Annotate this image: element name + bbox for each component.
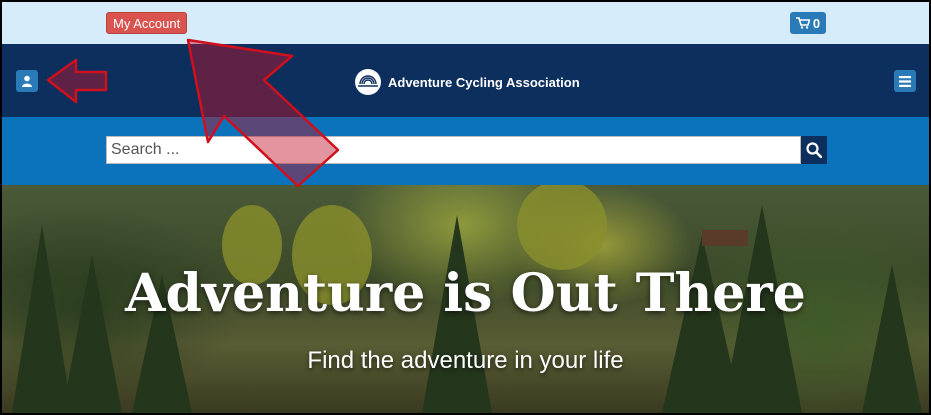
hero-title: Adventure is Out There — [125, 263, 806, 324]
my-account-button[interactable]: My Account — [106, 12, 188, 34]
search-icon — [806, 142, 822, 158]
hamburger-menu-icon — [899, 75, 911, 87]
browser-viewport: My Account 0 Adventure Cycling Associati… — [0, 0, 931, 415]
main-navbar: Adventure Cycling Association — [2, 44, 929, 117]
logo-text: Adventure Cycling Association — [388, 74, 580, 90]
hero-subtitle: Find the adventure in your life — [307, 347, 624, 374]
search-input[interactable] — [106, 136, 801, 164]
cart-count: 0 — [812, 15, 821, 31]
cart-icon — [795, 17, 810, 29]
top-utility-bar: My Account 0 — [2, 2, 929, 44]
hero-banner: Adventure is Out There Find the adventur… — [2, 185, 929, 413]
site-logo[interactable]: Adventure Cycling Association — [354, 68, 580, 96]
user-account-button[interactable] — [16, 70, 38, 92]
hamburger-menu-button[interactable] — [894, 70, 916, 92]
cart-button[interactable]: 0 — [790, 12, 826, 34]
search-button[interactable] — [801, 136, 827, 164]
user-icon — [22, 75, 32, 87]
search-bar — [2, 117, 929, 185]
logo-icon — [355, 69, 381, 95]
